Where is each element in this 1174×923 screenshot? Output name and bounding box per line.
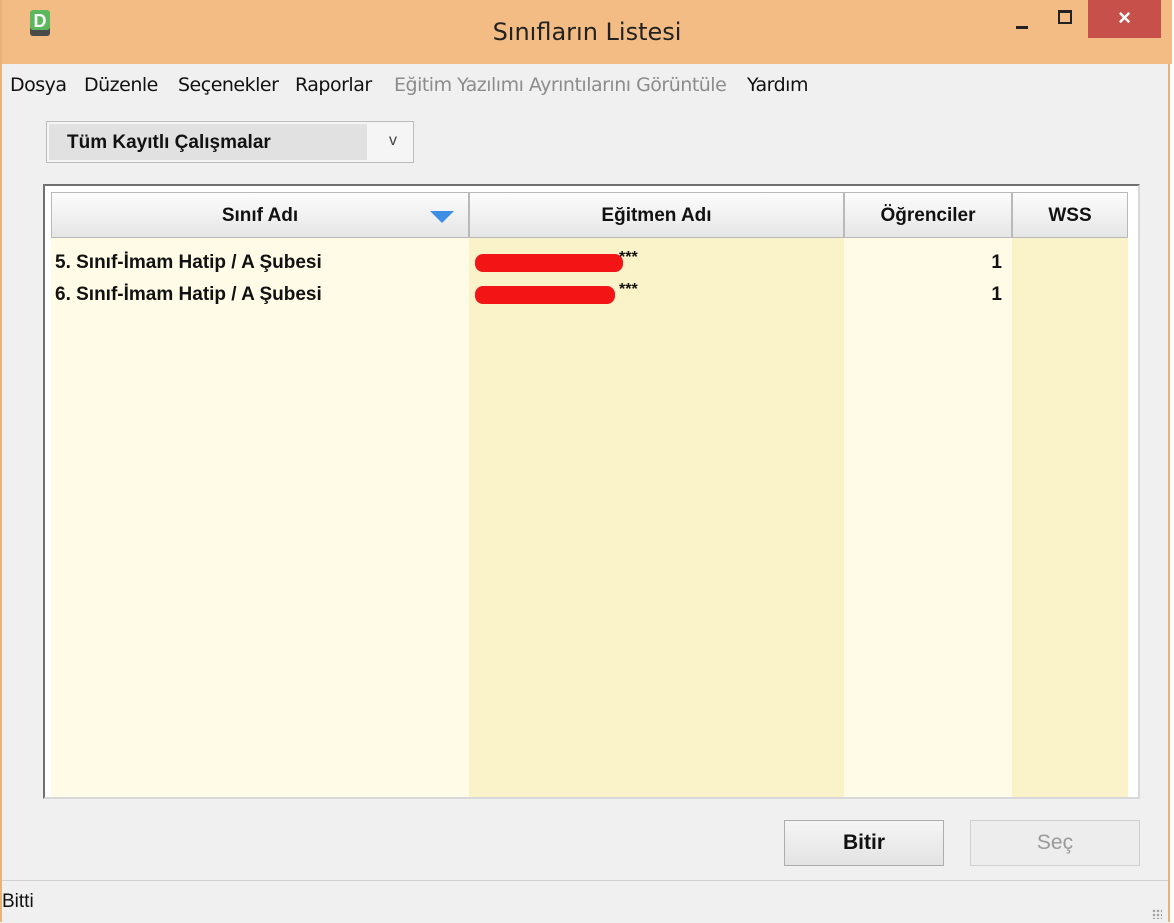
- header-teacher-name[interactable]: Eğitmen Adı: [469, 192, 844, 238]
- table-row[interactable]: 6. Sınıf-İmam Hatip / A Şubesi *** 1: [51, 281, 1134, 308]
- redaction-mark: [475, 286, 615, 304]
- menu-bar: Dosya Düzenle Seçenekler Raporlar Eğitim…: [2, 64, 1168, 104]
- cell-class-name: 5. Sınıf-İmam Hatip / A Şubesi: [55, 252, 322, 273]
- study-filter-dropdown[interactable]: Tüm Kayıtlı Çalışmalar v: [46, 121, 414, 163]
- title-bar[interactable]: D Sınıfların Listesi ×: [2, 0, 1172, 64]
- sort-descending-icon: [430, 211, 454, 223]
- chevron-down-icon[interactable]: v: [389, 132, 397, 150]
- header-class-name[interactable]: Sınıf Adı: [51, 192, 469, 238]
- menu-secenekler[interactable]: Seçenekler: [178, 74, 279, 96]
- menu-egitim-yazilimi-ayrintilari[interactable]: Eğitim Yazılımı Ayrıntılarını Görüntüle: [394, 74, 727, 96]
- menu-dosya[interactable]: Dosya: [10, 74, 67, 96]
- header-wss[interactable]: WSS: [1012, 192, 1128, 238]
- teacher-name-suffix: ***: [619, 249, 638, 266]
- table-row[interactable]: 5. Sınıf-İmam Hatip / A Şubesi *** 1: [51, 249, 1134, 276]
- resize-grip-icon[interactable]: [1152, 909, 1162, 919]
- header-teacher-name-label: Eğitmen Adı: [601, 205, 712, 226]
- filter-selected-box[interactable]: Tüm Kayıtlı Çalışmalar: [49, 124, 367, 160]
- header-students-label: Öğrenciler: [880, 205, 976, 226]
- maximize-icon[interactable]: [1050, 6, 1078, 34]
- teacher-name-suffix: ***: [619, 281, 638, 298]
- class-list-table: Sınıf Adı Eğitmen Adı Öğrenciler WSS 5. …: [43, 184, 1140, 799]
- cell-teacher-name: ***: [473, 249, 673, 276]
- application-window: D Sınıfların Listesi × Dosya Düzenle Seç…: [0, 0, 1172, 923]
- finish-button[interactable]: Bitir: [784, 820, 944, 866]
- cell-students: 1: [991, 252, 1002, 273]
- status-bar: Bitti: [2, 880, 1168, 923]
- cell-wss: [1012, 282, 1128, 308]
- close-icon[interactable]: ×: [1088, 0, 1161, 38]
- redaction-mark: [475, 254, 623, 272]
- cell-students: 1: [991, 284, 1002, 305]
- select-button[interactable]: Seç: [970, 820, 1140, 866]
- cell-teacher-name: ***: [473, 281, 673, 308]
- window-title: Sınıfların Listesi: [492, 18, 682, 46]
- menu-raporlar[interactable]: Raporlar: [295, 74, 372, 96]
- cell-class-name: 6. Sınıf-İmam Hatip / A Şubesi: [55, 284, 322, 305]
- status-text: Bitti: [2, 891, 34, 912]
- minimize-icon[interactable]: [1007, 6, 1037, 34]
- filter-selected-value: Tüm Kayıtlı Çalışmalar: [67, 132, 271, 153]
- menu-yardim[interactable]: Yardım: [747, 74, 808, 96]
- menu-duzenle[interactable]: Düzenle: [84, 74, 158, 96]
- header-class-name-label: Sınıf Adı: [221, 205, 299, 226]
- header-students[interactable]: Öğrenciler: [844, 192, 1012, 238]
- header-wss-label: WSS: [1048, 205, 1092, 226]
- cell-wss: [1012, 250, 1128, 276]
